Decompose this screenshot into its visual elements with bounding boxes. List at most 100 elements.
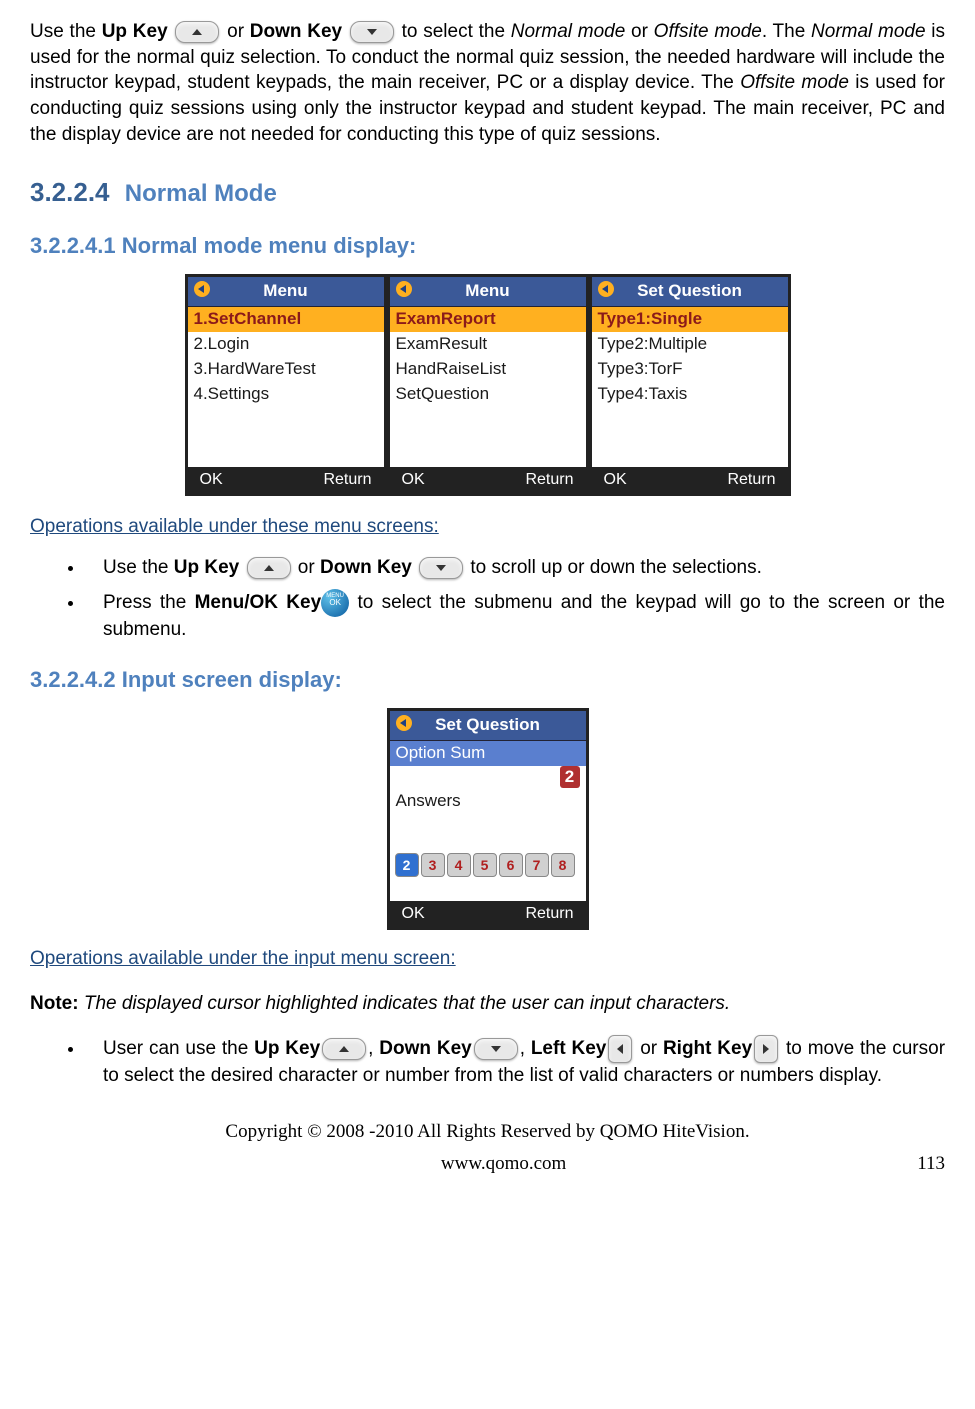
device-screen: Menu 1.SetChannel2.Login3.HardWareTest4.S… <box>185 274 387 496</box>
text: or <box>625 21 653 42</box>
device-screen: Menu ExamReportExamResultHandRaiseListSet… <box>387 274 589 496</box>
softkey-return: Return <box>323 469 371 491</box>
up-key-icon <box>322 1038 366 1060</box>
down-key-label: Down Key <box>379 1038 471 1059</box>
menu-item: 2.Login <box>188 332 384 357</box>
intro-paragraph: Use the Up Key or Down Key to select the… <box>30 19 945 147</box>
page-number: 113 <box>917 1151 945 1177</box>
menu-item: Type3:TorF <box>592 357 788 382</box>
softkey-ok: OK <box>402 469 425 491</box>
back-icon <box>396 281 412 297</box>
softkey-ok: OK <box>402 903 425 925</box>
answer-number: 6 <box>499 853 523 877</box>
text: Use the <box>103 557 174 578</box>
back-icon <box>194 281 210 297</box>
device-title: Set Question <box>637 281 742 300</box>
text: Use the <box>30 21 102 42</box>
up-key-icon <box>175 21 219 43</box>
device-titlebar: Menu <box>390 277 586 307</box>
normal-mode-term: Normal mode <box>511 21 626 42</box>
operations-list-1: Use the Up Key or Down Key to scroll up … <box>85 555 945 642</box>
answer-number: 8 <box>551 853 575 877</box>
menu-item: 1.SetChannel <box>188 307 384 332</box>
heading-3-2-2-4-2: 3.2.2.4.2 Input screen display: <box>30 665 945 695</box>
text: or <box>227 21 250 42</box>
softkey-ok: OK <box>200 469 223 491</box>
heading-number: 3.2.2.4 <box>30 177 110 207</box>
right-key-label: Right Key <box>663 1038 752 1059</box>
menu-item: SetQuestion <box>390 382 586 407</box>
right-key-icon <box>754 1035 778 1063</box>
device-title: Set Question <box>435 715 540 734</box>
operations-list-2: User can use the Up Key, Down Key, Left … <box>85 1035 945 1089</box>
heading-title: Normal Mode <box>125 180 277 207</box>
up-key-label: Up Key <box>254 1038 320 1059</box>
text: , <box>368 1038 379 1059</box>
text: , <box>520 1038 531 1059</box>
note-paragraph: Note: The displayed cursor highlighted i… <box>30 991 945 1017</box>
footer-copyright: Copyright © 2008 -2010 All Rights Reserv… <box>30 1119 945 1145</box>
list-item: Use the Up Key or Down Key to scroll up … <box>85 555 945 581</box>
back-icon <box>598 281 614 297</box>
up-key-label: Up Key <box>174 557 239 578</box>
menu-item: Type1:Single <box>592 307 788 332</box>
down-key-label: Down Key <box>320 557 412 578</box>
heading-3-2-2-4-1: 3.2.2.4.1 Normal mode menu display: <box>30 231 945 261</box>
note-text: The displayed cursor highlighted indicat… <box>79 993 731 1014</box>
text: User can use the <box>103 1038 254 1059</box>
answer-number: 3 <box>421 853 445 877</box>
up-key-label: Up Key <box>102 21 168 42</box>
text: or <box>634 1038 663 1059</box>
list-item: User can use the Up Key, Down Key, Left … <box>85 1035 945 1089</box>
down-key-icon <box>419 557 463 579</box>
text: to scroll up or down the selections. <box>470 557 762 578</box>
answer-number: 7 <box>525 853 549 877</box>
note-label: Note: <box>30 993 79 1014</box>
list-item: Press the Menu/OK KeyMENUOK to select th… <box>85 589 945 643</box>
back-icon <box>396 715 412 731</box>
menu-item: Type4:Taxis <box>592 382 788 407</box>
device-title: Menu <box>263 281 307 300</box>
down-key-icon <box>350 21 394 43</box>
menu-ok-key-icon: MENUOK <box>321 589 349 617</box>
left-key-label: Left Key <box>531 1038 607 1059</box>
operations-input-heading: Operations available under the input men… <box>30 946 945 972</box>
softkey-ok: OK <box>604 469 627 491</box>
text: Press the <box>103 592 195 613</box>
device-screen: Set Question Option Sum 2 Answers 234567… <box>387 708 589 930</box>
operations-menu-heading: Operations available under these menu sc… <box>30 514 945 540</box>
softkey-return: Return <box>525 469 573 491</box>
menu-item: Type2:Multiple <box>592 332 788 357</box>
offsite-mode-term: Offsite mode <box>654 21 762 42</box>
down-key-label: Down Key <box>250 21 342 42</box>
answer-number: 5 <box>473 853 497 877</box>
menu-item: 3.HardWareTest <box>188 357 384 382</box>
input-screen-figure: Set Question Option Sum 2 Answers 234567… <box>30 708 945 930</box>
option-sum-row: Option Sum <box>390 741 586 766</box>
left-key-icon <box>608 1035 632 1063</box>
answers-label: Answers <box>390 789 586 814</box>
device-titlebar: Set Question <box>592 277 788 307</box>
softkey-return: Return <box>525 903 573 925</box>
menu-item: ExamResult <box>390 332 586 357</box>
menu-item: HandRaiseList <box>390 357 586 382</box>
device-screen: Set QuestionType1:SingleType2:MultipleTy… <box>589 274 791 496</box>
up-key-icon <box>247 557 291 579</box>
answer-number: 2 <box>395 853 419 877</box>
answer-numbers-row: 2345678 <box>390 850 586 880</box>
menu-item: ExamReport <box>390 307 586 332</box>
cursor-value: 2 <box>560 766 580 788</box>
answer-number: 4 <box>447 853 471 877</box>
footer-url[interactable]: www.qomo.com <box>441 1151 566 1177</box>
device-titlebar: Set Question <box>390 711 586 741</box>
menu-screens-figure: Menu 1.SetChannel2.Login3.HardWareTest4.S… <box>30 274 945 496</box>
heading-3-2-2-4: 3.2.2.4 Normal Mode <box>30 175 945 210</box>
softkey-return: Return <box>727 469 775 491</box>
menu-item: 4.Settings <box>188 382 384 407</box>
down-key-icon <box>474 1038 518 1060</box>
device-title: Menu <box>465 281 509 300</box>
text: or <box>298 557 320 578</box>
menu-ok-key-label: Menu/OK Key <box>195 592 322 613</box>
device-titlebar: Menu <box>188 277 384 307</box>
text: to select the <box>402 21 511 42</box>
